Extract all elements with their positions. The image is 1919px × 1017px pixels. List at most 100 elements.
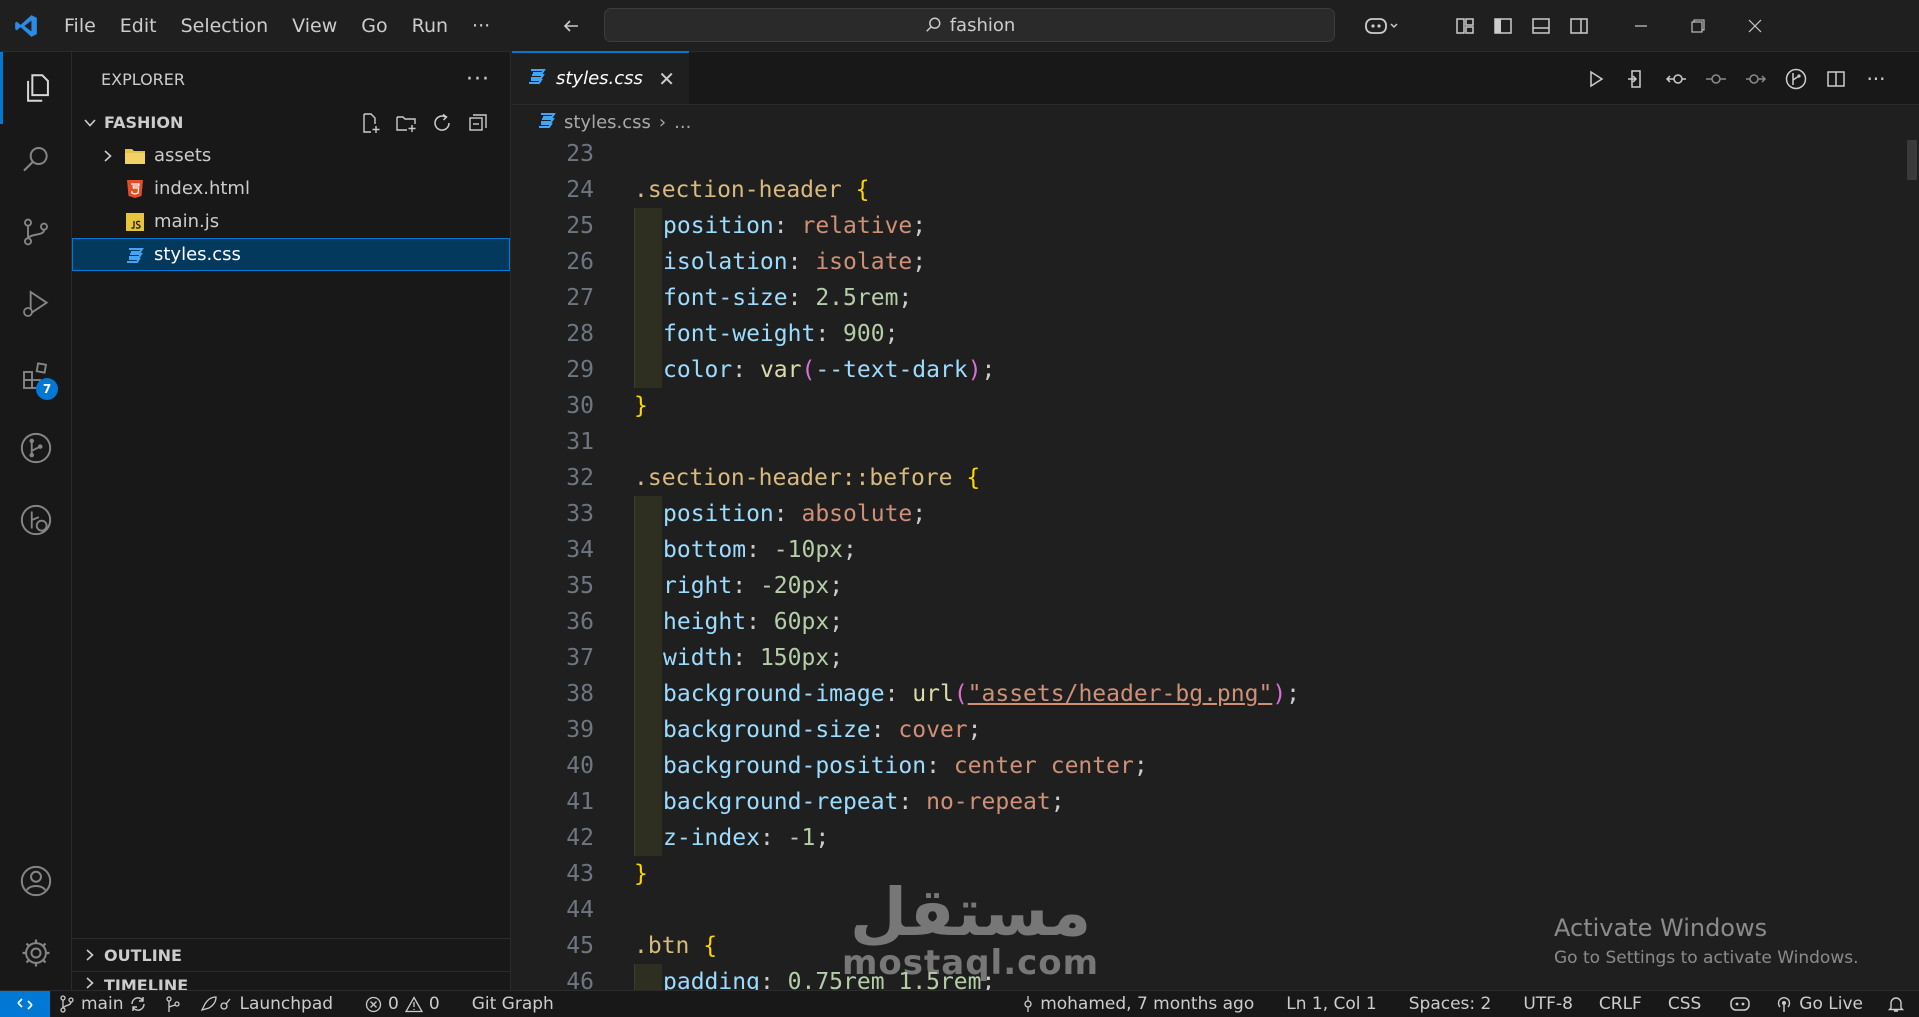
code-line[interactable]: 42 z-index: -1; [512,820,1912,856]
problems-status[interactable]: 0 0 [356,991,449,1017]
split-editor-icon[interactable] [1819,62,1853,96]
git-graph-status-icon[interactable] [156,991,190,1017]
outline-panel-header[interactable]: OUTLINE [72,938,511,971]
cursor-position-status[interactable]: Ln 1, Col 1 [1277,991,1386,1017]
code-token: right [663,573,733,599]
code-line[interactable]: 37 width: 150px; [512,640,1912,676]
encoding-status[interactable]: UTF-8 [1514,991,1582,1017]
code-line[interactable]: 30} [512,388,1912,424]
code-line[interactable]: 41 background-repeat: no-repeat; [512,784,1912,820]
indentation-status[interactable]: Spaces: 2 [1400,991,1501,1017]
code-token: position [663,501,774,527]
more-actions-icon[interactable]: ··· [1859,62,1893,96]
tree-item-styles-css[interactable]: styles.css [72,238,510,271]
indent-guide [634,748,662,784]
menu-item-edit[interactable]: Edit [108,0,169,52]
accounts-icon[interactable] [0,845,72,917]
code-line[interactable]: 27 font-size: 2.5rem; [512,280,1912,316]
eol-status[interactable]: CRLF [1590,991,1651,1017]
code-line[interactable]: 26 isolation: isolate; [512,244,1912,280]
code-token: : [787,249,816,275]
menu-item-view[interactable]: View [280,0,349,52]
code-line[interactable]: 29 color: var(--text-dark); [512,352,1912,388]
toggle-secondary-sidebar-icon[interactable] [1560,0,1598,52]
git-graph-status-button[interactable]: Git Graph [463,991,563,1017]
code-line[interactable]: 34 bottom: -10px; [512,532,1912,568]
editor-scrollbar[interactable] [1905,140,1919,990]
timeline-panel-header[interactable]: TIMELINE [72,971,511,995]
toggle-panel-icon[interactable] [1522,0,1560,52]
code-line[interactable]: 43} [512,856,1912,892]
sync-icon[interactable] [129,995,147,1013]
code-line[interactable]: 35 right: -20px; [512,568,1912,604]
tab-styles-css[interactable]: styles.css ✕ [512,51,689,104]
menu-item-go[interactable]: Go [349,0,399,52]
code-line[interactable]: 23 [512,140,1912,172]
collapse-all-icon[interactable] [464,109,492,137]
restore-icon[interactable] [1669,0,1726,52]
breadcrumb-symbol[interactable]: ... [674,112,691,133]
code-text: position: absolute; [663,501,926,527]
commit-icon[interactable] [1699,62,1733,96]
code-token: : [773,501,802,527]
line-number: 29 [566,357,594,383]
run-debug-icon[interactable] [0,268,72,340]
code-line[interactable]: 28 font-weight: 900; [512,316,1912,352]
launchpad-status[interactable]: Launchpad [190,991,342,1017]
remote-indicator-icon[interactable] [0,990,50,1017]
menu-item-more[interactable]: ··· [460,0,502,52]
gitlens-icon[interactable] [0,484,72,556]
git-blame-status[interactable]: mohamed, 7 months ago [1013,991,1263,1017]
notifications-bell-icon[interactable] [1878,991,1919,1017]
menu-item-file[interactable]: File [52,0,108,52]
open-changes-icon[interactable] [1619,62,1653,96]
next-revision-icon[interactable] [1739,62,1773,96]
code-line[interactable]: 33 position: absolute; [512,496,1912,532]
go-live-status[interactable]: Go Live [1766,991,1872,1017]
run-file-icon[interactable] [1579,62,1613,96]
chevron-down-icon [80,116,100,130]
language-mode-status[interactable]: CSS [1659,991,1710,1017]
gitlens-inspect-icon[interactable] [1779,62,1813,96]
extensions-icon[interactable]: 7 [0,340,72,412]
copilot-menu-icon[interactable] [1354,0,1410,52]
code-line[interactable]: 25 position: relative; [512,208,1912,244]
tree-item-main-js[interactable]: main.js [72,205,510,238]
code-text: z-index: -1; [663,825,829,851]
folder-header-fashion[interactable]: FASHION [72,106,510,139]
code-line[interactable]: 39 background-size: cover; [512,712,1912,748]
new-folder-icon[interactable] [392,109,420,137]
manage-gear-icon[interactable] [0,917,72,989]
extensions-badge: 7 [36,378,58,400]
code-editor[interactable]: 23 24 .section-header {25 position: relativ… [512,140,1919,990]
breadcrumb-file[interactable]: styles.css [564,112,651,133]
copilot-status-icon[interactable] [1720,991,1760,1017]
refresh-icon[interactable] [428,109,456,137]
code-line[interactable]: 38 background-image: url("assets/header-b… [512,676,1912,712]
tree-item-index-html[interactable]: index.html [72,172,510,205]
code-line[interactable]: 31 [512,424,1912,460]
source-control-icon[interactable] [0,196,72,268]
branch-status[interactable]: main [50,991,156,1017]
explorer-icon[interactable] [0,52,72,124]
search-view-icon[interactable] [0,124,72,196]
menu-item-run[interactable]: Run [400,0,460,52]
new-file-icon[interactable] [356,109,384,137]
git-graph-icon[interactable] [0,412,72,484]
explorer-more-actions-button[interactable]: ··· [466,67,490,92]
tree-item-assets[interactable]: assets [72,139,510,172]
close-window-icon[interactable] [1726,0,1783,52]
tab-close-icon[interactable]: ✕ [658,67,675,91]
code-token: ; [1286,681,1301,707]
code-line[interactable]: 40 background-position: center center; [512,748,1912,784]
code-line[interactable]: 24 .section-header { [512,172,1912,208]
previous-revision-icon[interactable] [1659,62,1693,96]
command-center-search[interactable]: fashion [604,8,1335,42]
toggle-primary-sidebar-icon[interactable] [1484,0,1522,52]
code-line[interactable]: 36 height: 60px; [512,604,1912,640]
customize-layout-icon[interactable] [1446,0,1484,52]
code-line[interactable]: 32 .section-header::before { [512,460,1912,496]
minimize-icon[interactable] [1612,0,1669,52]
back-arrow-icon[interactable] [558,13,584,39]
menu-item-selection[interactable]: Selection [169,0,281,52]
